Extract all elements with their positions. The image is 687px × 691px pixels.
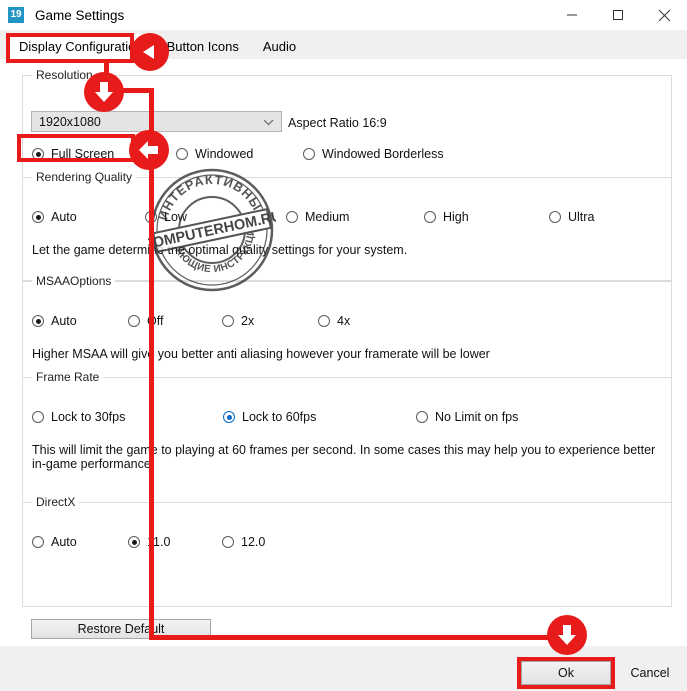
group-resolution: Resolution 1920x1080 Aspect Ratio 16:9 F… [22,68,672,179]
radio-windowed-label: Windowed [195,147,254,161]
resolution-select-value: 1920x1080 [39,114,101,129]
radio-dot [222,315,234,327]
title-bar: 19 Game Settings [0,0,687,30]
radio-quality-medium-label: Medium [305,210,350,224]
radio-msaa-4x-label: 4x [337,314,351,328]
restore-default-button[interactable]: Restore Default [31,619,211,639]
radio-dot [32,411,44,423]
radio-dot [145,211,157,223]
radio-no-limit-fps-label: No Limit on fps [435,410,519,424]
ok-button[interactable]: Ok [521,661,611,685]
minimize-icon[interactable] [549,0,595,30]
msaa-hint: Higher MSAA will give you better anti al… [32,347,490,361]
window-controls [549,0,687,30]
radio-msaa-2x[interactable]: 2x [222,314,254,328]
game-settings-window: 19 Game Settings Display Configuration B… [0,0,687,691]
close-icon[interactable] [641,0,687,30]
group-frame-rate-title: Frame Rate [32,370,104,384]
tab-display-configuration[interactable]: Display Configuration [8,34,154,59]
radio-msaa-off[interactable]: Off [128,314,163,328]
radio-dot [549,211,561,223]
radio-lock-60fps-label: Lock to 60fps [242,410,317,424]
radio-quality-low[interactable]: Low [145,210,187,224]
radio-lock-60fps[interactable]: Lock to 60fps [223,410,316,424]
cancel-button[interactable]: Cancel [619,661,681,685]
radio-dot [128,536,140,548]
ok-label: Ok [558,666,574,680]
radio-dot [222,536,234,548]
radio-quality-high-label: High [443,210,469,224]
tab-display-configuration-label: Display Configuration [19,39,143,54]
radio-quality-ultra-label: Ultra [568,210,595,224]
group-directx-title: DirectX [32,495,80,509]
radio-directx-auto[interactable]: Auto [32,535,77,549]
radio-dot [32,148,44,160]
radio-dot [32,315,44,327]
radio-directx-11-label: 11.0 [147,535,171,549]
group-directx: DirectX Auto 11.0 12.0 [22,495,672,607]
radio-directx-11[interactable]: 11.0 [128,535,170,549]
group-rendering-quality-title: Rendering Quality [32,170,137,184]
window-title: Game Settings [35,7,125,23]
maximize-icon[interactable] [595,0,641,30]
radio-msaa-off-label: Off [147,314,164,328]
radio-quality-low-label: Low [164,210,187,224]
tab-button-icons[interactable]: Button Icons [156,34,250,59]
cancel-label: Cancel [630,666,670,680]
group-msaa: MSAAOptions Auto Off 2x 4x Higher MSAA w… [22,274,672,385]
radio-dot [223,411,235,423]
radio-dot [318,315,330,327]
radio-windowed-borderless-label: Windowed Borderless [322,147,444,161]
radio-msaa-auto[interactable]: Auto [32,314,77,328]
radio-dot [128,315,140,327]
group-resolution-title: Resolution [32,68,97,82]
radio-no-limit-fps[interactable]: No Limit on fps [416,410,518,424]
radio-msaa-4x[interactable]: 4x [318,314,350,328]
group-rendering-quality: Rendering Quality Auto Low Medium High U… [22,170,672,281]
radio-quality-auto[interactable]: Auto [32,210,77,224]
radio-quality-ultra[interactable]: Ultra [549,210,594,224]
radio-dot [32,211,44,223]
radio-dot [424,211,436,223]
tab-audio-label: Audio [262,39,297,54]
radio-full-screen-label: Full Screen [51,147,115,161]
tab-strip: Display Configuration Button Icons Audio [0,30,687,60]
aspect-ratio-label: Aspect Ratio 16:9 [288,116,387,130]
frame-rate-hint: This will limit the game to playing at 6… [32,443,656,471]
radio-full-screen[interactable]: Full Screen [32,147,114,161]
tab-audio[interactable]: Audio [252,34,307,59]
radio-msaa-2x-label: 2x [241,314,255,328]
radio-quality-high[interactable]: High [424,210,469,224]
restore-default-label: Restore Default [77,622,165,636]
radio-lock-30fps[interactable]: Lock to 30fps [32,410,125,424]
radio-directx-auto-label: Auto [51,535,77,549]
radio-dot [303,148,315,160]
radio-windowed[interactable]: Windowed [176,147,253,161]
rendering-quality-hint: Let the game determine the optimal quali… [32,243,408,257]
radio-dot [32,536,44,548]
radio-directx-12-label: 12.0 [241,535,266,549]
radio-directx-12[interactable]: 12.0 [222,535,265,549]
radio-dot [176,148,188,160]
radio-lock-30fps-label: Lock to 30fps [51,410,126,424]
group-msaa-title: MSAAOptions [32,274,116,288]
radio-dot [416,411,428,423]
radio-msaa-auto-label: Auto [51,314,77,328]
tab-button-icons-label: Button Icons [166,39,239,54]
chevron-down-icon [263,115,274,129]
radio-windowed-borderless[interactable]: Windowed Borderless [303,147,444,161]
resolution-select[interactable]: 1920x1080 [31,111,282,132]
radio-quality-auto-label: Auto [51,210,77,224]
tab-panel-display-configuration: Resolution 1920x1080 Aspect Ratio 16:9 F… [0,59,687,646]
app-icon: 19 [8,7,24,23]
group-frame-rate: Frame Rate Lock to 30fps Lock to 60fps N… [22,370,672,506]
radio-dot [286,211,298,223]
radio-quality-medium[interactable]: Medium [286,210,349,224]
